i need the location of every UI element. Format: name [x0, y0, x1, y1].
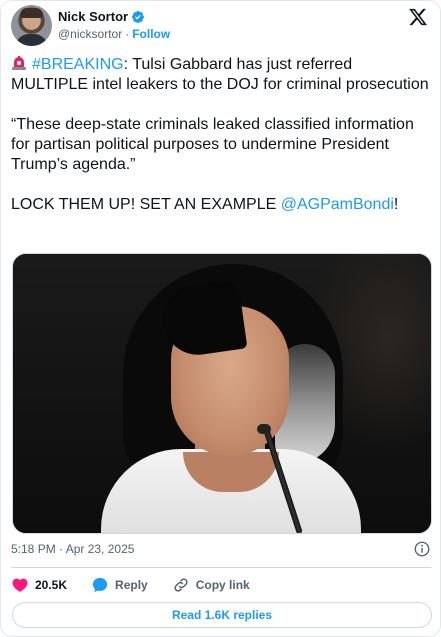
tweet-line-lock: LOCK THEM UP! SET AN EXAMPLE @AGPamBondi… — [11, 195, 431, 215]
author-handle[interactable]: @nicksortor — [58, 27, 122, 41]
timestamp-row: 5:18 PM · Apr 23, 2025 — [11, 540, 431, 560]
avatar[interactable] — [11, 5, 52, 46]
read-replies-button[interactable]: Read 1.6K replies — [12, 602, 432, 628]
handle-row: @nicksortor · Follow — [58, 27, 170, 41]
heart-icon — [12, 578, 28, 592]
reply-label: Reply — [115, 578, 148, 592]
tweet-embed-card: Nick Sortor @nicksortor · Follow #BREAKING… — [0, 0, 441, 637]
tweet-header: Nick Sortor @nicksortor · Follow — [11, 5, 430, 46]
tweet-line3-suffix: ! — [393, 196, 399, 213]
verified-badge-icon — [132, 10, 145, 23]
avatar-hair — [20, 8, 43, 18]
info-icon[interactable] — [413, 540, 431, 558]
tweet-photo[interactable] — [12, 253, 432, 534]
name-row: Nick Sortor — [58, 9, 145, 24]
action-bar: 20.5K Reply Copy link — [11, 575, 274, 595]
tweet-quote: “These deep-state criminals leaked class… — [11, 116, 414, 173]
like-count: 20.5K — [35, 578, 68, 592]
tweet-line3-text: LOCK THEM UP! SET AN EXAMPLE — [11, 196, 281, 213]
like-button[interactable]: 20.5K — [11, 576, 67, 594]
copy-link-label: Copy link — [195, 578, 250, 592]
tweet-line-breaking: #BREAKING: Tulsi Gabbard has just referr… — [11, 55, 431, 95]
author-display-name[interactable]: Nick Sortor — [58, 9, 128, 24]
copy-link-button[interactable]: Copy link — [172, 576, 250, 594]
speech-bubble-icon — [92, 577, 108, 593]
tweet-text: #BREAKING: Tulsi Gabbard has just referr… — [11, 55, 431, 215]
police-siren-icon — [12, 56, 26, 70]
mention-agpambondi[interactable]: @AGPamBondi — [281, 196, 394, 213]
reply-button[interactable]: Reply — [91, 576, 148, 594]
link-icon — [174, 578, 188, 592]
photo-microphone-head — [257, 424, 271, 434]
follow-button[interactable]: Follow — [132, 27, 170, 41]
avatar-shirt — [15, 34, 48, 46]
divider — [11, 567, 431, 568]
separator-dot: · — [125, 27, 130, 41]
hashtag-breaking[interactable]: #BREAKING — [32, 56, 124, 73]
tweet-timestamp[interactable]: 5:18 PM · Apr 23, 2025 — [11, 542, 134, 556]
x-logo-icon[interactable] — [408, 7, 428, 27]
